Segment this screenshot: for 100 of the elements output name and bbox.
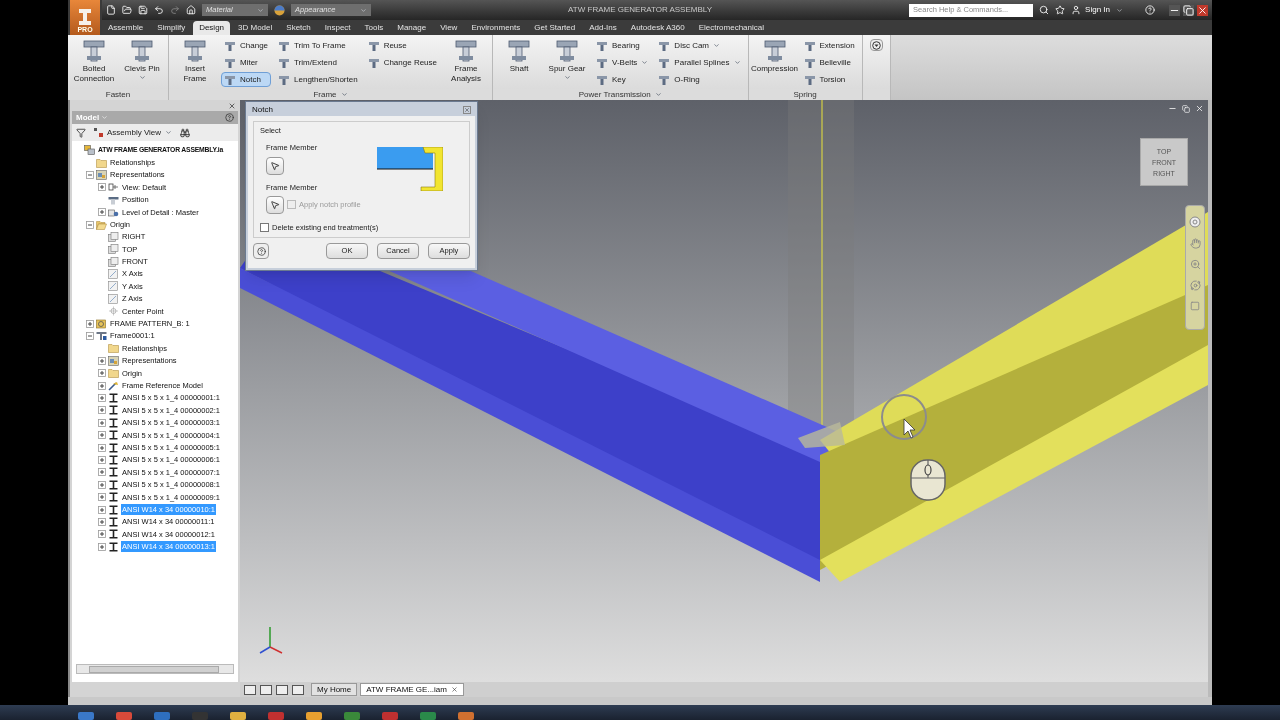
expand-toggle[interactable] (98, 443, 106, 452)
expand-toggle[interactable] (98, 381, 106, 390)
expand-toggle[interactable] (98, 394, 106, 402)
ribbon-button[interactable]: Compression (752, 38, 797, 74)
expand-toggle[interactable] (86, 332, 94, 341)
taskbar-app-icon[interactable] (458, 712, 474, 720)
ribbon-tab[interactable]: Design (193, 21, 231, 35)
expand-toggle[interactable] (98, 493, 106, 502)
ribbon-button[interactable]: Torsion (800, 72, 858, 87)
tool-icon (596, 73, 608, 86)
ribbon-tab[interactable]: Tools (358, 21, 390, 35)
restore-icon[interactable] (1182, 104, 1190, 113)
expand-toggle[interactable] (98, 542, 106, 551)
level-of-detail-icon (108, 207, 119, 218)
star-icon[interactable] (1055, 5, 1066, 15)
ribbon-tab[interactable]: Assemble (102, 21, 150, 35)
new-file-icon[interactable] (106, 5, 116, 15)
save-icon[interactable] (138, 5, 148, 15)
ribbon-button[interactable]: Spur Gear (545, 38, 589, 81)
ribbon-tab[interactable]: Add-Ins (583, 21, 623, 35)
redo-icon[interactable] (170, 5, 180, 15)
ribbon-button[interactable]: Change (221, 38, 272, 53)
sign-in-button[interactable]: Sign In (1071, 4, 1110, 16)
ribbon-button[interactable]: Trim To Frame (275, 38, 361, 53)
expand-toggle[interactable] (86, 220, 94, 229)
horizontal-scrollbar[interactable] (76, 664, 234, 674)
ribbon-tab[interactable]: Autodesk A360 (624, 21, 691, 35)
ribbon-tab[interactable]: Sketch (280, 21, 317, 35)
expand-toggle[interactable] (98, 455, 106, 464)
expand-toggle[interactable] (98, 517, 106, 526)
expand-toggle[interactable] (98, 418, 106, 427)
close-icon[interactable] (1197, 4, 1208, 16)
search-icon[interactable] (1039, 5, 1050, 15)
color-sphere-icon[interactable] (274, 4, 285, 16)
expand-toggle[interactable] (98, 208, 106, 217)
ribbon-button[interactable]: Trim/Extend (275, 55, 361, 70)
caret-icon (641, 59, 649, 66)
taskbar-app-icon[interactable] (230, 712, 246, 720)
open-folder-icon (96, 219, 107, 230)
expand-toggle[interactable] (98, 480, 106, 489)
ribbon-tab[interactable]: Environments (465, 21, 527, 35)
user-icon (1071, 5, 1082, 15)
panel-title-bar[interactable]: Power Transmission (493, 89, 748, 100)
ribbon-button[interactable]: Frame Analysis (444, 38, 488, 84)
filter-icon[interactable] (76, 127, 86, 138)
i-beam-icon (108, 529, 119, 540)
ribbon-button[interactable]: Parallel Splines (655, 55, 744, 70)
select-button[interactable] (266, 195, 284, 214)
expand-toggle[interactable] (86, 170, 94, 179)
ribbon-button[interactable]: Change Reuse (364, 55, 440, 70)
ribbon-tab[interactable]: Manage (391, 21, 433, 35)
find-icon[interactable] (180, 127, 191, 138)
ribbon-button[interactable]: Extension (800, 38, 858, 53)
ribbon-tab[interactable]: 3D Model (232, 21, 279, 35)
checkbox[interactable] (260, 222, 269, 232)
restore-icon[interactable] (1183, 4, 1194, 16)
ribbon-button[interactable]: Lengthen/Shorten (275, 72, 361, 87)
ribbon-button[interactable]: Shaft (497, 38, 541, 74)
ribbon-button[interactable]: Notch (221, 72, 272, 87)
ribbon-button[interactable]: Clevis Pin (120, 38, 164, 81)
ribbon-button[interactable]: Belleville (800, 55, 858, 70)
tool-icon (224, 56, 236, 69)
expand-toggle[interactable] (98, 356, 106, 365)
ribbon-button[interactable]: Insert Frame (173, 38, 217, 84)
taskbar-app-icon[interactable] (306, 712, 322, 720)
undo-icon[interactable] (154, 5, 164, 15)
ribbon-button[interactable]: O-Ring (655, 72, 744, 87)
help-icon[interactable] (225, 113, 234, 122)
ribbon-button[interactable]: Bearing (593, 38, 652, 53)
ribbon-button[interactable]: Disc Cam (655, 38, 744, 53)
ribbon-tab[interactable]: View (434, 21, 464, 35)
home-icon[interactable] (186, 5, 196, 15)
ribbon-button[interactable]: V-Belts (593, 55, 652, 70)
open-folder-icon[interactable] (122, 5, 132, 15)
document-tab[interactable]: My Home (311, 683, 358, 696)
help-button[interactable] (253, 243, 269, 259)
caret-icon (138, 74, 146, 81)
minimize-icon[interactable] (1169, 4, 1180, 16)
expand-toggle[interactable] (98, 406, 106, 415)
expand-toggle[interactable] (86, 319, 94, 328)
expand-toggle[interactable] (98, 505, 106, 514)
ribbon-button[interactable]: Miter (221, 55, 272, 70)
expand-toggle[interactable] (98, 369, 106, 378)
ribbon-tab[interactable]: Inspect (318, 21, 357, 35)
expand-toggle[interactable] (98, 530, 106, 539)
panel-menu-button[interactable] (869, 39, 883, 51)
ribbon-tab[interactable]: Simplify (151, 21, 192, 35)
expand-toggle[interactable] (98, 183, 106, 192)
panel-title-bar[interactable]: Frame (169, 89, 492, 100)
expand-toggle[interactable] (98, 431, 106, 440)
ribbon-button[interactable]: Reuse (364, 38, 440, 53)
ribbon-button[interactable]: Key (593, 72, 652, 87)
i-beam-icon (108, 541, 119, 552)
close-icon[interactable] (228, 101, 236, 110)
document-tab[interactable]: ATW FRAME GE...iam (360, 683, 464, 696)
ribbon-tab[interactable]: Get Started (528, 21, 582, 35)
ribbon-button[interactable]: Bolted Connection (72, 38, 116, 84)
expand-toggle[interactable] (98, 468, 106, 477)
select-button[interactable] (266, 156, 284, 175)
ribbon-tab[interactable]: Electromechanical (692, 21, 770, 35)
